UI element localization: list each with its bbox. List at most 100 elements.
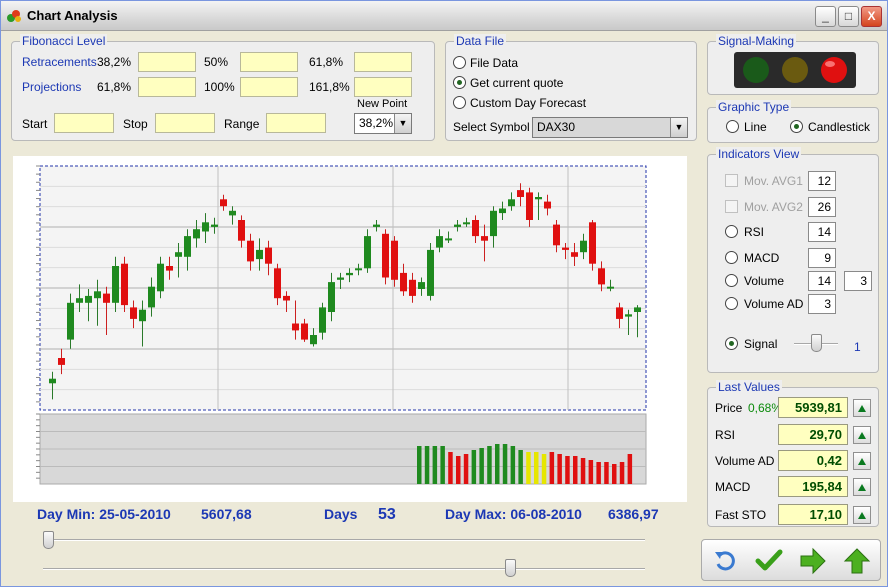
candle [220, 199, 227, 207]
projection-value-2[interactable] [240, 77, 298, 97]
end-range-slider-track[interactable] [43, 568, 645, 570]
mov-avg2-checkbox[interactable] [725, 200, 738, 213]
macd-arrow-up-icon[interactable] [853, 478, 871, 496]
projections-label: Projections [22, 80, 82, 94]
current-quote-radio[interactable] [453, 76, 466, 89]
mov-avg2-field[interactable]: 26 [808, 197, 836, 217]
last-values-group: Last Values Price 0,68% 5939,81 RSI 29,7… [707, 380, 879, 527]
candle [58, 358, 65, 365]
candlestick-radio[interactable] [790, 120, 803, 133]
candle [67, 302, 74, 340]
rsi-arrow-up-icon[interactable] [853, 426, 871, 444]
stop-field[interactable] [155, 113, 215, 133]
new-point-label: New Point [357, 98, 408, 110]
volume-ad-label: Volume AD [744, 297, 804, 311]
day-max-label: Day Max: 06-08-2010 [445, 506, 582, 522]
volume-bar [456, 456, 461, 484]
volume-ad-radio[interactable] [725, 297, 738, 310]
candle [355, 268, 362, 271]
projection-value-1[interactable] [138, 77, 196, 97]
volume-bar [541, 454, 547, 484]
volume-bar [627, 454, 633, 484]
rsi-radio[interactable] [725, 225, 738, 238]
fast-sto-value: 17,10 [778, 504, 848, 525]
last-values-group-title: Last Values [716, 380, 782, 394]
retracement-value-3[interactable] [354, 52, 412, 72]
price-label: Price [715, 401, 743, 415]
arrow-right-icon[interactable] [798, 546, 828, 576]
volume-bar [557, 454, 562, 484]
signal-label: Signal [744, 337, 778, 351]
candle [472, 220, 479, 237]
candle [535, 197, 542, 200]
arrow-up-icon[interactable] [842, 546, 872, 576]
candle [517, 190, 524, 197]
volume-bar [565, 456, 570, 484]
volume-radio[interactable] [725, 274, 738, 287]
price-arrow-up-icon[interactable] [853, 399, 871, 417]
volume-ad-arrow-up-icon[interactable] [853, 452, 871, 470]
new-point-select[interactable]: 38,2% ▼ [354, 113, 412, 134]
chevron-down-icon[interactable]: ▼ [670, 118, 687, 137]
mov-avg1-field[interactable]: 12 [808, 171, 836, 191]
signal-slider-thumb[interactable] [810, 334, 822, 352]
fast-sto-arrow-up-icon[interactable] [853, 506, 871, 524]
current-quote-label: Get current quote [470, 76, 564, 90]
candle [238, 220, 245, 241]
retracement-value-2[interactable] [240, 52, 298, 72]
refresh-icon[interactable] [710, 546, 740, 576]
candle [76, 298, 83, 303]
close-button[interactable]: X [861, 6, 882, 27]
title-bar: Chart Analysis _ □ X [1, 1, 887, 31]
start-range-slider-thumb[interactable] [43, 531, 54, 549]
minimize-button[interactable]: _ [815, 6, 836, 27]
rsi-field[interactable]: 14 [808, 222, 836, 242]
macd-field[interactable]: 9 [808, 248, 836, 268]
rsi-last-label: RSI [715, 428, 736, 442]
volume-label: Volume [744, 274, 785, 288]
start-field[interactable] [54, 113, 114, 133]
days-value: 53 [378, 506, 396, 523]
macd-last-label: MACD [715, 480, 751, 494]
projection-value-3[interactable] [354, 77, 412, 97]
candle [454, 224, 461, 227]
retracement-value-1[interactable] [138, 52, 196, 72]
range-field[interactable] [266, 113, 326, 133]
candlestick-label: Candlestick [808, 120, 871, 134]
candlestick-chart [36, 165, 647, 485]
indicators-view-group: Indicators View Mov. AVG1 12 Mov. AVG2 2… [707, 147, 879, 373]
candle [193, 229, 200, 239]
candle [607, 286, 614, 289]
symbol-select[interactable]: DAX30 ▼ [532, 117, 688, 138]
chevron-down-icon[interactable]: ▼ [394, 114, 411, 133]
volume-bar [495, 444, 500, 484]
volume-field[interactable]: 14 [808, 271, 836, 291]
signal-radio[interactable] [725, 337, 738, 350]
window-title: Chart Analysis [27, 8, 118, 23]
line-radio[interactable] [726, 120, 739, 133]
candle [508, 199, 515, 207]
chart-analysis-window: Chart Analysis _ □ X Fibonacci Level Ret… [0, 0, 888, 587]
candle [175, 252, 182, 257]
custom-forecast-radio[interactable] [453, 96, 466, 109]
mov-avg1-checkbox[interactable] [725, 174, 738, 187]
start-range-slider-track[interactable] [43, 539, 645, 541]
app-icon [7, 10, 21, 22]
maximize-button[interactable]: □ [838, 6, 859, 27]
volume-ad-field[interactable]: 3 [808, 294, 836, 314]
candle [301, 323, 308, 340]
candle [571, 252, 578, 257]
candle [184, 236, 191, 257]
end-range-slider-thumb[interactable] [504, 559, 516, 577]
projection-level-1: 61,8% [97, 80, 132, 94]
volume-bar [463, 454, 469, 484]
volume-bar [604, 462, 609, 484]
volume-field-2[interactable]: 3 [844, 271, 872, 291]
days-label: Days [324, 506, 358, 522]
retracement-level-1: 38,2% [97, 55, 132, 69]
checkmark-icon[interactable] [754, 546, 784, 576]
candle [202, 222, 209, 232]
macd-radio[interactable] [725, 251, 738, 264]
rsi-label: RSI [744, 225, 765, 239]
file-data-radio[interactable] [453, 56, 466, 69]
